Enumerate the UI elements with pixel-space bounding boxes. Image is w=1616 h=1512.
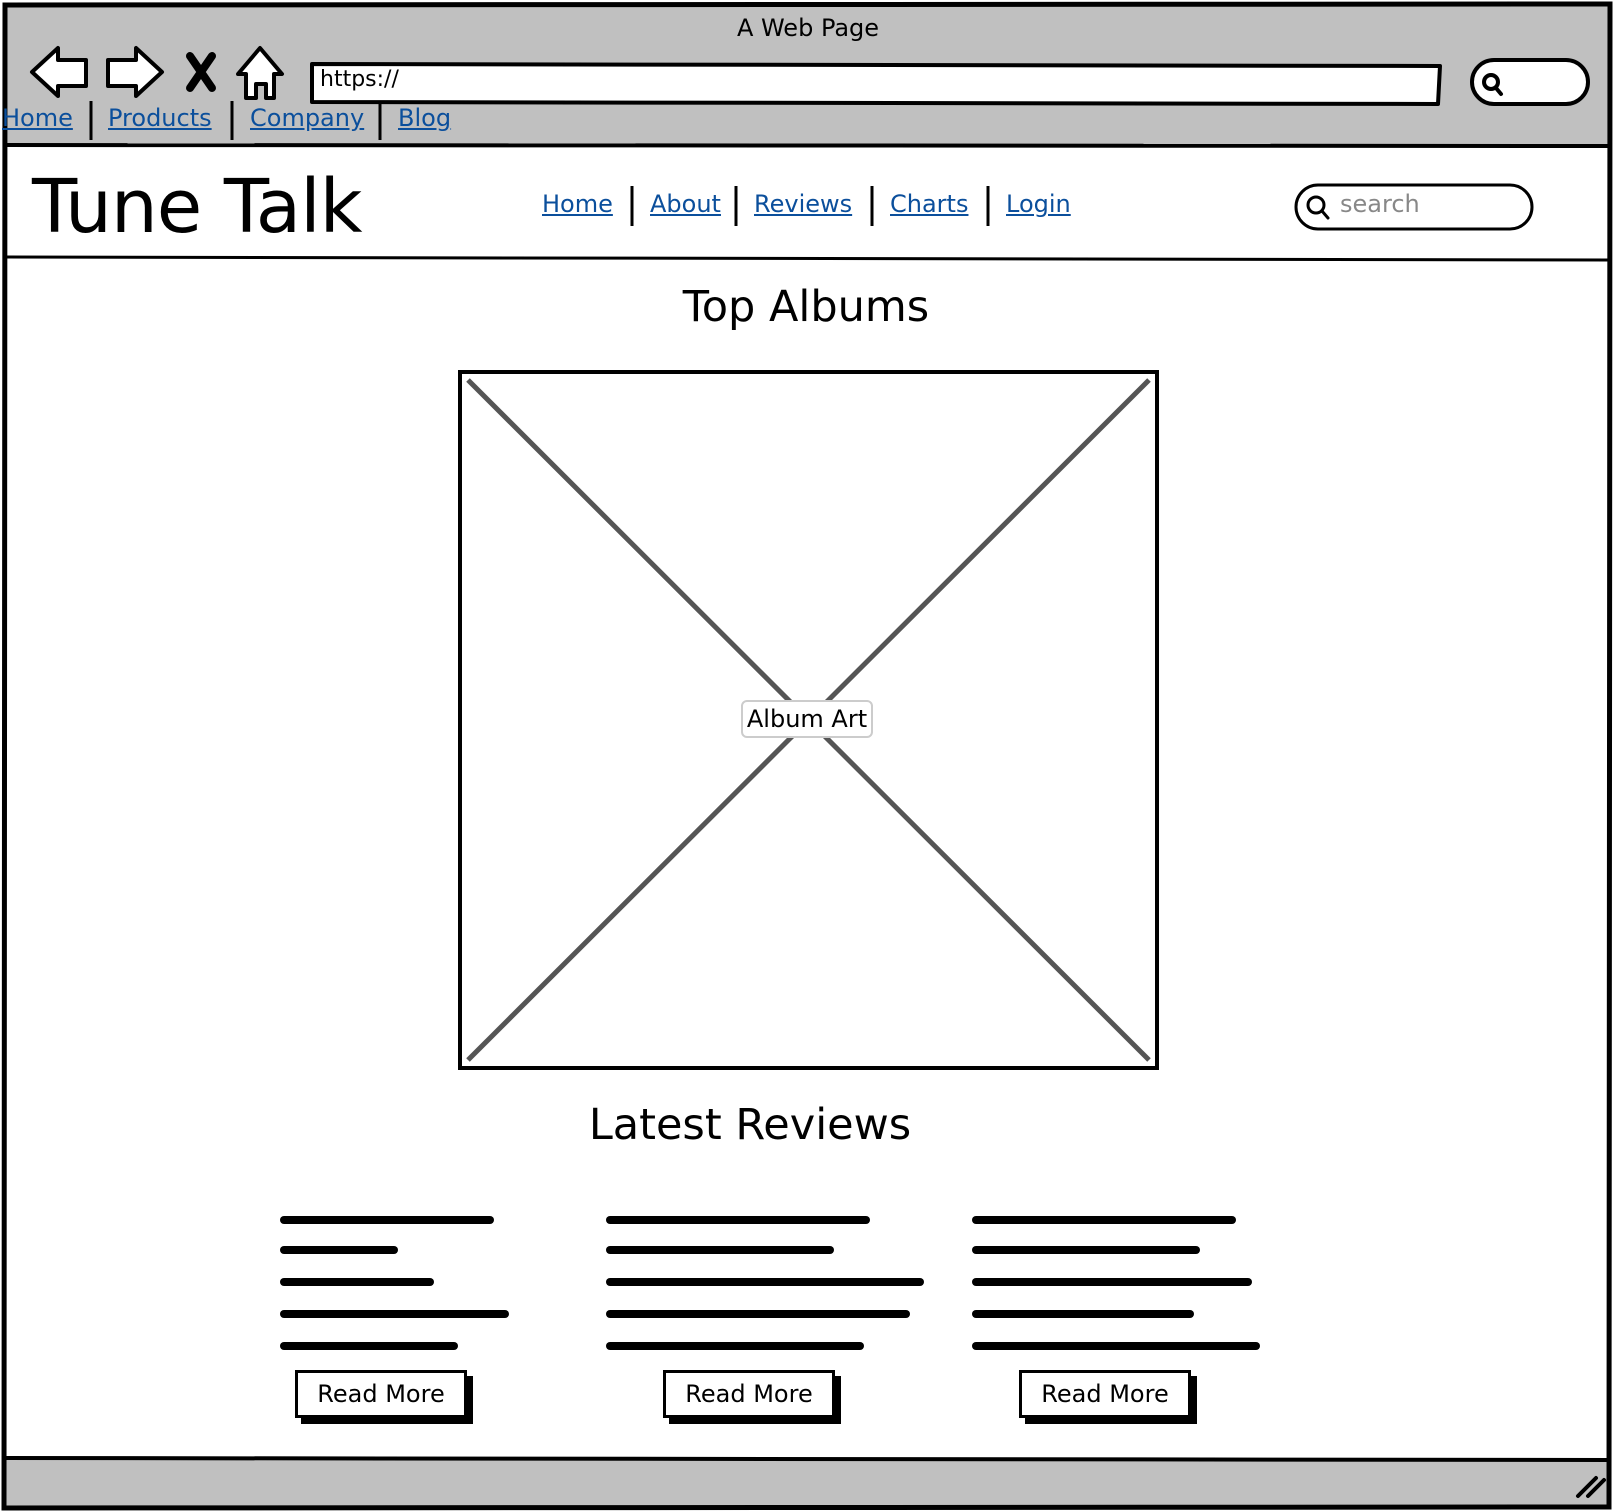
- bookmark-products[interactable]: Products: [108, 104, 212, 132]
- review-text-placeholder: [972, 1216, 1260, 1350]
- bookmark-blog[interactable]: Blog: [398, 104, 451, 132]
- review-text-placeholder: [606, 1216, 924, 1350]
- url-bar[interactable]: [310, 62, 1442, 106]
- read-more-button[interactable]: Read More: [663, 1370, 835, 1418]
- read-more-button[interactable]: Read More: [1019, 1370, 1191, 1418]
- nav-about[interactable]: About: [650, 190, 721, 218]
- nav-home[interactable]: Home: [542, 190, 613, 218]
- browser-window-title: A Web Page: [736, 14, 880, 42]
- bookmark-company[interactable]: Company: [250, 104, 364, 132]
- site-search-placeholder: search: [1340, 190, 1420, 218]
- latest-reviews-heading: Latest Reviews: [588, 1100, 912, 1150]
- browser-status-bar: [4, 1458, 1608, 1506]
- read-more-button[interactable]: Read More: [295, 1370, 467, 1418]
- album-art-label: Album Art: [741, 700, 873, 738]
- header-divider: [5, 255, 1611, 262]
- nav-reviews[interactable]: Reviews: [754, 190, 852, 218]
- review-text-placeholder: [280, 1216, 509, 1350]
- top-albums-heading: Top Albums: [682, 282, 930, 332]
- url-text[interactable]: https://: [320, 67, 399, 92]
- browser-search-box[interactable]: [1470, 58, 1590, 106]
- nav-login[interactable]: Login: [1006, 190, 1071, 218]
- nav-charts[interactable]: Charts: [890, 190, 968, 218]
- site-logo: Tune Talk: [32, 164, 363, 250]
- bookmark-home[interactable]: Home: [2, 104, 73, 132]
